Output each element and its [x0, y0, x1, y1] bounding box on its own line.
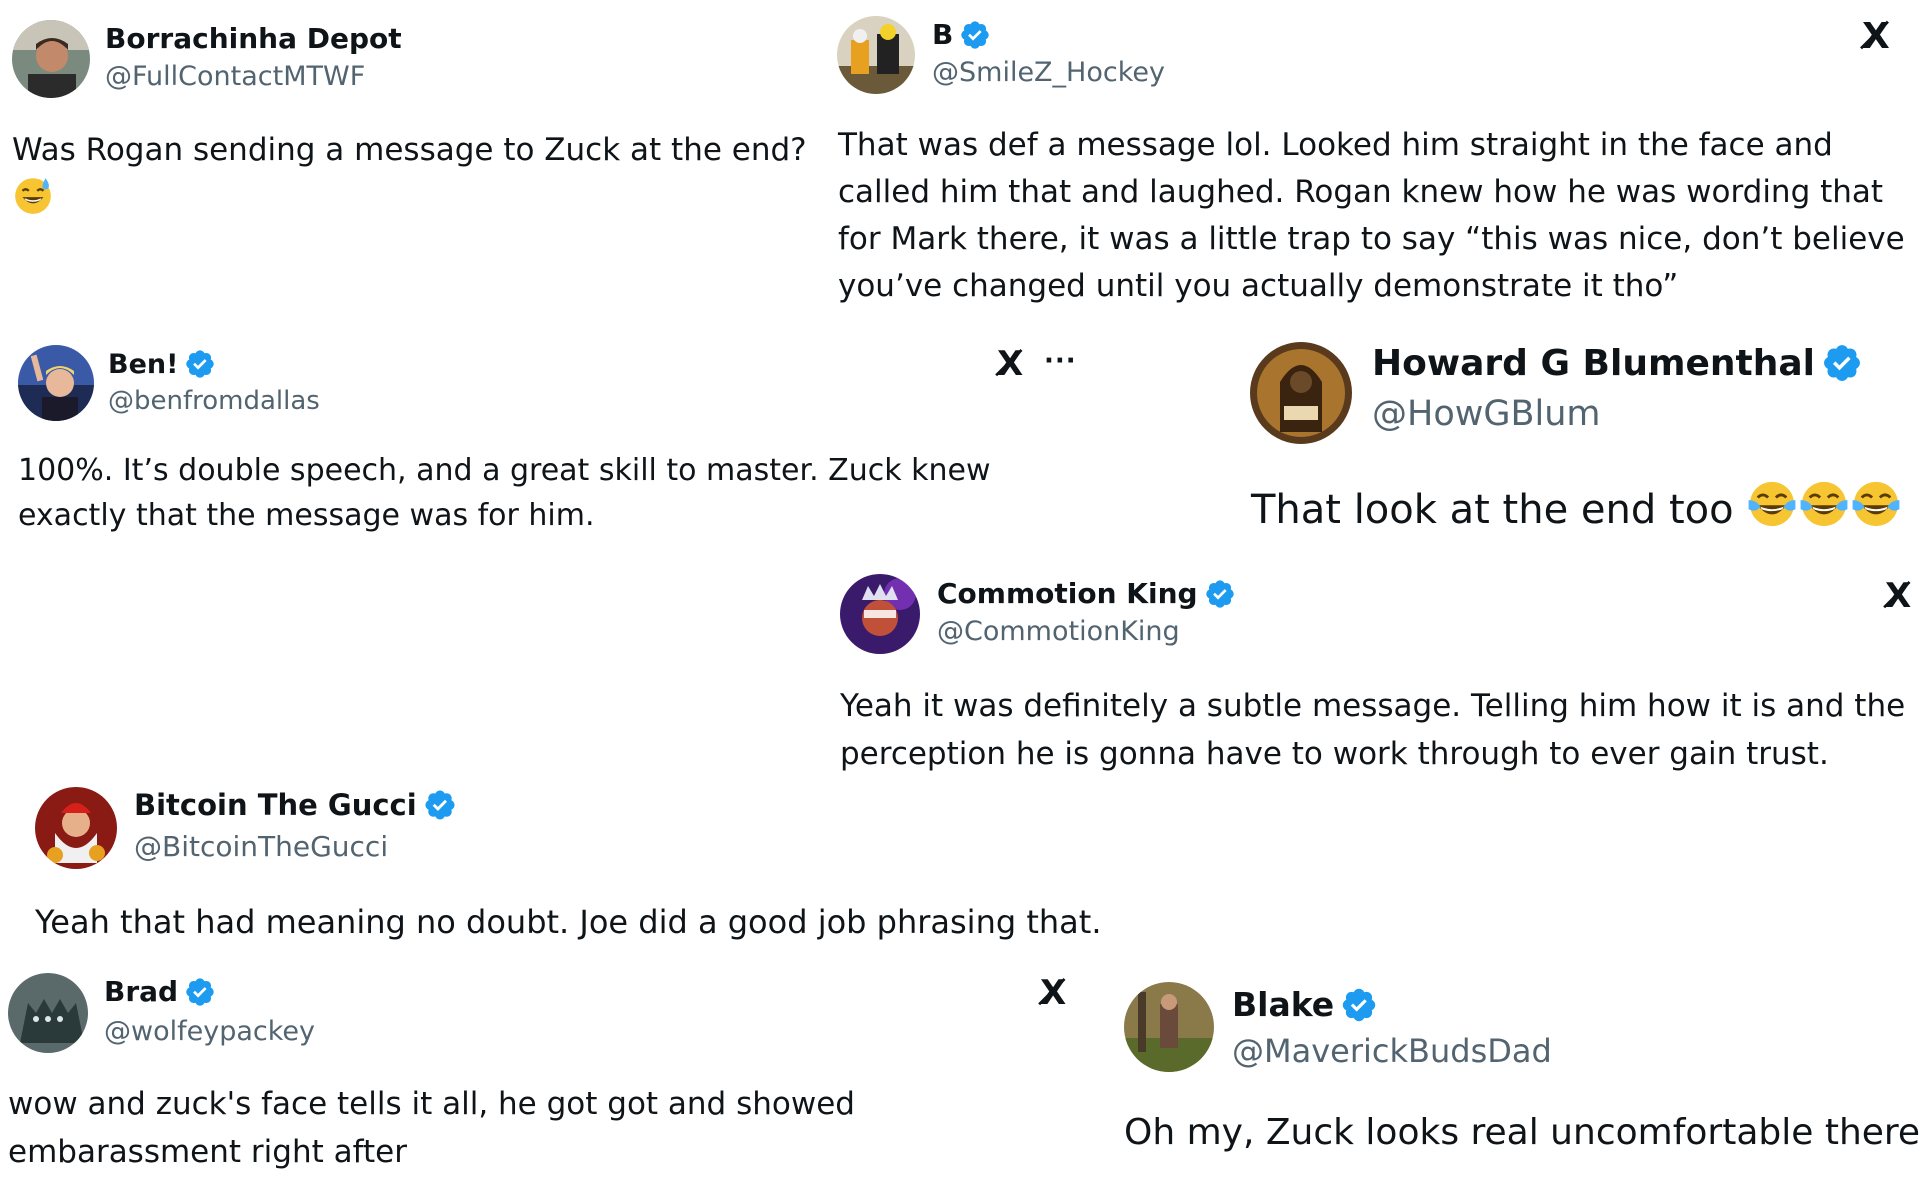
avatar-image [1250, 342, 1352, 444]
avatar[interactable] [1250, 342, 1352, 444]
handle[interactable]: @HowGBlum [1372, 394, 1601, 434]
avatar-image [18, 345, 94, 421]
verified-badge-icon [1204, 578, 1236, 610]
verified-badge-icon [1821, 342, 1863, 384]
tears-of-joy-emoji-icon [1850, 478, 1902, 530]
post-text: Yeah that had meaning no doubt. Joe did … [35, 903, 1102, 941]
tears-of-joy-emoji-icon [1746, 478, 1798, 530]
post-text: Was Rogan sending a message to Zuck at t… [12, 126, 832, 225]
post-text: That look at the end too [1251, 478, 1920, 541]
avatar[interactable] [1124, 982, 1214, 1072]
post-text: That was def a message lol. Looked him s… [838, 127, 1905, 304]
avatar-image [837, 16, 915, 94]
verified-badge-icon [184, 348, 216, 380]
display-name[interactable]: Blake [1232, 985, 1334, 1024]
handle[interactable]: @wolfeypackey [104, 1016, 315, 1047]
verified-badge-icon [959, 19, 991, 51]
display-name[interactable]: Howard G Blumenthal [1372, 343, 1815, 384]
handle[interactable]: @FullContactMTWF [105, 61, 365, 92]
post-text: wow and zuck's face tells it all, he got… [8, 1086, 855, 1170]
grinning-sweat-emoji-icon [12, 174, 54, 216]
avatar[interactable] [840, 574, 920, 654]
avatar-image [12, 20, 90, 98]
avatar-image [840, 574, 920, 654]
post-text: Oh my, Zuck looks real uncomfortable the… [1124, 1112, 1920, 1153]
verified-badge-icon [1340, 986, 1378, 1024]
display-name[interactable]: Ben! [108, 349, 178, 380]
x-logo-icon[interactable]: X̸ [1040, 973, 1066, 1013]
handle[interactable]: @BitcoinTheGucci [134, 830, 388, 863]
display-name[interactable]: Borrachinha Depot [105, 22, 402, 55]
avatar[interactable] [837, 16, 915, 94]
avatar[interactable] [8, 973, 88, 1053]
x-logo-icon[interactable]: X̸ [1862, 16, 1890, 57]
avatar[interactable] [18, 345, 94, 421]
display-name[interactable]: Brad [104, 975, 178, 1008]
post-text-body: Was Rogan sending a message to Zuck at t… [12, 132, 807, 168]
post-text: 100%. It’s double speech, and a great sk… [18, 453, 991, 533]
verified-badge-icon [423, 788, 457, 822]
handle[interactable]: @CommotionKing [937, 616, 1180, 647]
handle[interactable]: @benfromdallas [108, 386, 320, 416]
handle[interactable]: @MaverickBudsDad [1232, 1032, 1552, 1070]
x-logo-icon[interactable]: X̸ [1885, 576, 1911, 616]
x-logo-icon[interactable]: X̸ [997, 344, 1023, 384]
avatar-image [35, 787, 117, 869]
tears-of-joy-emoji-icon [1798, 478, 1850, 530]
avatar[interactable] [12, 20, 90, 98]
more-options-icon[interactable]: ··· [1044, 346, 1077, 376]
avatar-image [8, 973, 88, 1053]
avatar-image [1124, 982, 1214, 1072]
display-name[interactable]: Commotion King [937, 577, 1198, 610]
display-name[interactable]: Bitcoin The Gucci [134, 788, 417, 822]
avatar[interactable] [35, 787, 117, 869]
handle[interactable]: @SmileZ_Hockey [932, 57, 1165, 88]
post-text-body: That look at the end too [1251, 486, 1734, 533]
post-text: Yeah it was definitely a subtle message.… [840, 688, 1906, 772]
verified-badge-icon [184, 976, 216, 1008]
display-name[interactable]: B [932, 18, 953, 51]
